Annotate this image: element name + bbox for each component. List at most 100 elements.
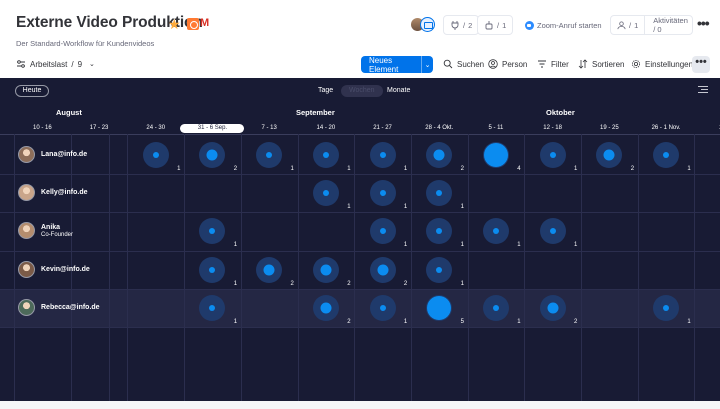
- workload-bubble[interactable]: [482, 218, 509, 244]
- collapse-icon[interactable]: [698, 86, 708, 95]
- person-row[interactable]: Rebecca@info.de: [18, 299, 100, 316]
- scale-months[interactable]: Monate: [387, 85, 410, 97]
- person-row[interactable]: Kevin@info.de: [18, 261, 90, 278]
- month-august: August: [56, 108, 82, 117]
- workload-bubble[interactable]: [312, 180, 339, 206]
- person-row[interactable]: Kelly@info.de: [18, 184, 88, 201]
- chevron-down-icon: ⌄: [89, 61, 95, 68]
- search-label: Suchen: [457, 59, 485, 69]
- person-name: Lana@info.de: [41, 151, 88, 158]
- members-activity-box[interactable]: /1 Aktivitäten / 0: [610, 15, 693, 35]
- workload-count: 1: [233, 281, 238, 287]
- workload-bubble[interactable]: [312, 295, 339, 321]
- hubspot-integration-icon[interactable]: [187, 18, 199, 30]
- person-row[interactable]: Anika Co-Founder: [18, 222, 73, 239]
- workload-bubble[interactable]: [539, 218, 566, 244]
- workload-bubble[interactable]: [426, 142, 453, 168]
- week-label: 31 - 6 Sep.: [180, 124, 245, 133]
- workload-count: 9: [77, 59, 83, 69]
- week-label: 21 - 27: [373, 125, 392, 131]
- workload-view-selector[interactable]: Arbeitslast / 9 ⌄: [16, 59, 95, 69]
- workload-count: 1: [347, 166, 351, 172]
- activities-button[interactable]: Aktivitäten / 0: [648, 16, 693, 34]
- scale-days[interactable]: Tage: [318, 85, 333, 97]
- person-circle-icon: [488, 59, 498, 69]
- more-options-icon[interactable]: •••: [697, 15, 710, 31]
- workload-bubble[interactable]: [482, 295, 509, 321]
- avatar: [18, 184, 35, 201]
- board-description[interactable]: Der Standard-Workflow für Kundenvideos: [16, 39, 154, 48]
- workload-bubble[interactable]: [426, 180, 453, 206]
- integrations-button[interactable]: /2: [443, 15, 480, 35]
- workload-bubble[interactable]: [539, 295, 566, 321]
- workload-bubble[interactable]: [426, 257, 453, 283]
- workload-bubble[interactable]: [199, 257, 226, 283]
- workload-bubble[interactable]: [426, 218, 453, 244]
- sort-label: Sortieren: [592, 59, 625, 69]
- new-item-button[interactable]: Neues Element ⌄: [361, 56, 433, 74]
- sort-button[interactable]: Sortieren: [578, 59, 624, 69]
- week-label: 17 - 23: [89, 125, 109, 131]
- workload-dot: [320, 302, 332, 314]
- workload-bubble[interactable]: [199, 142, 226, 168]
- members-count: 1: [634, 20, 639, 30]
- workload-count: 1: [687, 166, 691, 172]
- workload-dot: [433, 149, 445, 161]
- members-button[interactable]: /1: [611, 16, 646, 34]
- workload-bubble[interactable]: [312, 142, 339, 168]
- person-filter-button[interactable]: Person: [488, 59, 527, 69]
- search-button[interactable]: Suchen: [443, 59, 484, 69]
- workload-count: 1: [460, 281, 464, 287]
- person-row[interactable]: Lana@info.de: [18, 146, 87, 163]
- plug-icon: [451, 21, 459, 30]
- workload-bubble[interactable]: [653, 142, 680, 168]
- scrollbar-thumb-secondary[interactable]: [0, 401, 720, 409]
- workload-dot: [209, 267, 216, 273]
- scale-weeks[interactable]: Wochen: [341, 85, 383, 97]
- workload-bubble[interactable]: [312, 257, 339, 283]
- workload-bubble[interactable]: [256, 142, 283, 168]
- board-members-avatars[interactable]: [410, 17, 436, 33]
- workload-bubble[interactable]: [596, 142, 623, 168]
- settings-button[interactable]: Einstellungen: [631, 59, 693, 69]
- month-september: September: [296, 108, 335, 117]
- workload-count: 2: [233, 166, 238, 172]
- week-label: 5 - 11: [488, 125, 504, 131]
- workload-dot: [492, 305, 499, 311]
- workload-dot: [377, 264, 389, 276]
- workload-count: 2: [630, 166, 635, 172]
- workload-dot: [320, 264, 332, 276]
- workload-bubble[interactable]: [369, 218, 396, 244]
- workload-bubble[interactable]: [369, 142, 396, 168]
- workload-dot: [322, 152, 329, 158]
- today-button[interactable]: Heute: [15, 85, 49, 97]
- workload-icon: [17, 60, 25, 68]
- workload-bubble[interactable]: [369, 180, 396, 206]
- gmail-integration-icon[interactable]: M: [200, 17, 209, 29]
- workload-count: 2: [403, 281, 408, 287]
- workload-count: 1: [517, 319, 521, 325]
- filter-label: Filter: [551, 59, 569, 69]
- workload-count: 1: [460, 242, 464, 248]
- workload-bubble[interactable]: [142, 142, 169, 168]
- more-options-icon[interactable]: •••: [692, 56, 710, 73]
- workload-bubble[interactable]: [369, 295, 396, 321]
- chevron-down-icon[interactable]: ⌄: [422, 61, 433, 69]
- workload-count: 2: [347, 319, 351, 325]
- workload-bubble[interactable]: [256, 257, 283, 283]
- workload-bubble[interactable]: [653, 295, 680, 321]
- workload-bubble[interactable]: [199, 218, 226, 244]
- workload-dot: [379, 228, 386, 234]
- star-icon[interactable]: ★: [168, 16, 181, 33]
- automations-button[interactable]: /1: [477, 15, 514, 35]
- workload-bubble[interactable]: [539, 142, 566, 168]
- workload-bubble[interactable]: [369, 257, 396, 283]
- workload-count: 1: [403, 204, 408, 210]
- workload-bubble[interactable]: [482, 142, 509, 168]
- gear-icon: [632, 60, 640, 68]
- workload-dot: [492, 228, 499, 234]
- zoom-call-button[interactable]: Zoom-Anruf starten: [518, 15, 609, 35]
- workload-dot: [436, 267, 443, 273]
- workload-count: 1: [403, 166, 408, 172]
- filter-button[interactable]: Filter: [537, 59, 569, 69]
